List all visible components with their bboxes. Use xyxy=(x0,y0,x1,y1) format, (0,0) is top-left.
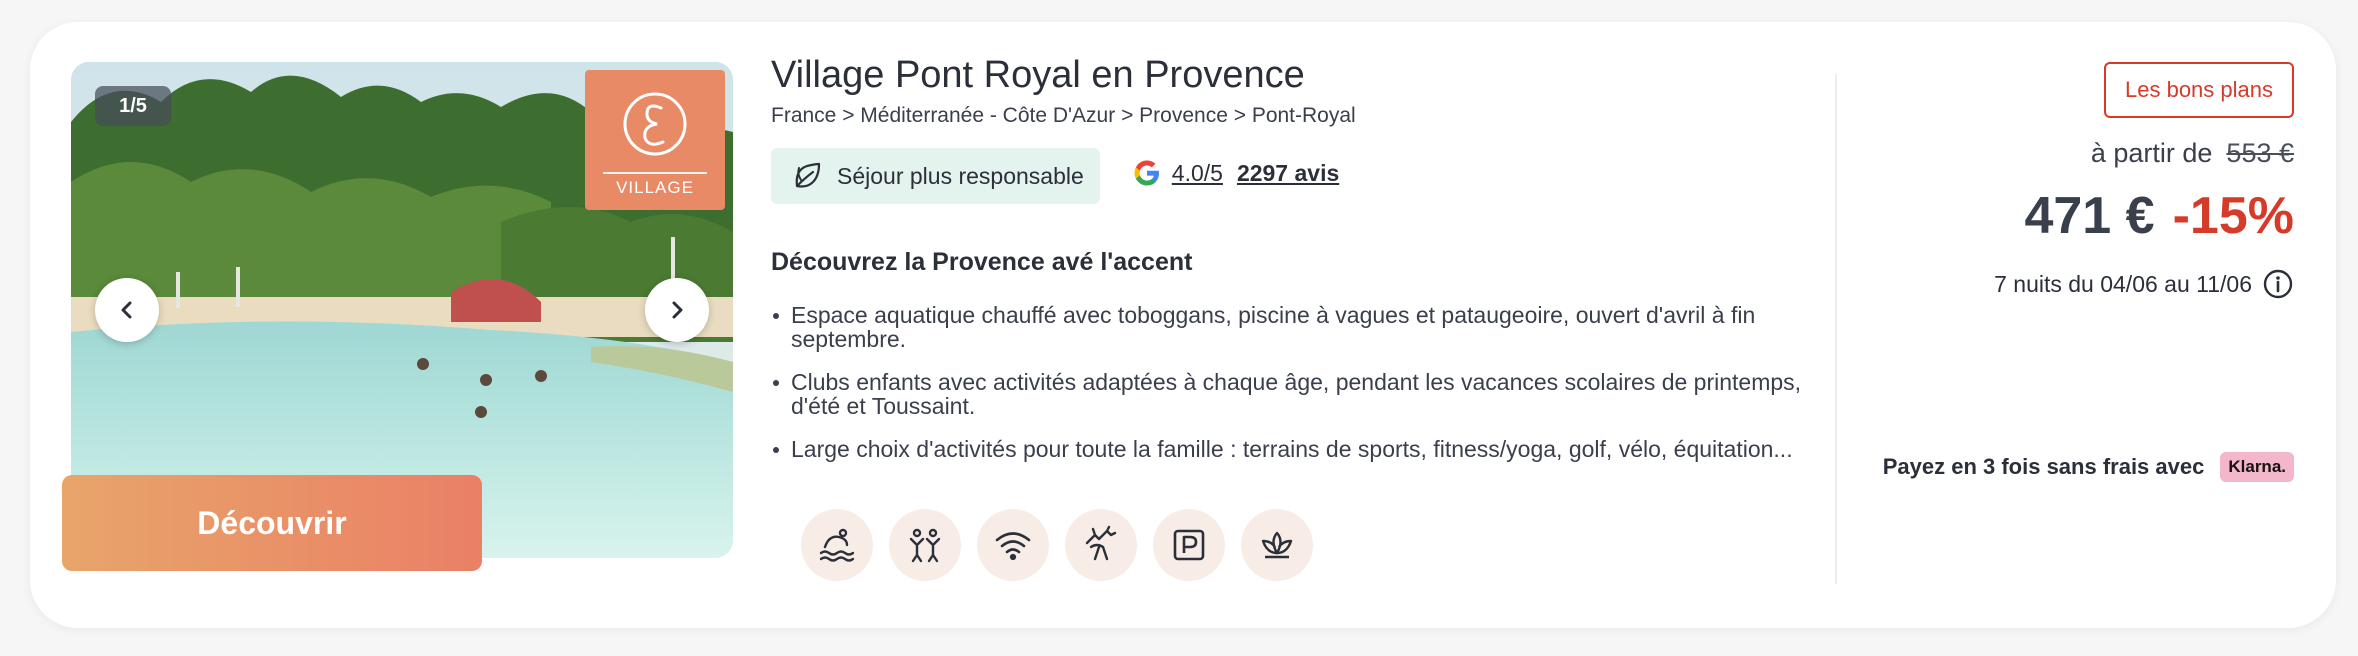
current-price-row: 471 € -15% xyxy=(2024,186,2294,246)
village-logo-icon xyxy=(623,92,687,156)
deal-badge[interactable]: Les bons plans xyxy=(2104,62,2294,118)
feature-item: Large choix d'activités pour toute la fa… xyxy=(771,437,1811,461)
features-list: Espace aquatique chauffé avec toboggans,… xyxy=(771,303,1831,461)
discount-badge: -15% xyxy=(2172,187,2294,245)
leaf-icon xyxy=(795,162,821,188)
kids-club-icon xyxy=(889,509,961,581)
google-rating[interactable]: 4.0/5 2297 avis xyxy=(1132,158,1339,188)
amenities-row xyxy=(801,509,1329,581)
offer-card[interactable]: 1/5 VILLAGE Village Pont Royal en Proven… xyxy=(30,22,2336,628)
eco-badge-label: Séjour plus responsable xyxy=(837,162,1084,189)
offer-title[interactable]: Village Pont Royal en Provence xyxy=(771,52,1831,98)
water-park-icon xyxy=(801,509,873,581)
rating-score[interactable]: 4.0/5 xyxy=(1172,160,1223,187)
klarna-logo: Klarna. xyxy=(2220,452,2294,482)
installments-label: Payez en 3 fois sans frais avec xyxy=(1882,454,2205,479)
next-photo-button[interactable] xyxy=(645,278,709,342)
offer-details: Village Pont Royal en Provence France > … xyxy=(771,52,1831,480)
image-counter: 1/5 xyxy=(95,86,171,126)
badges-row: Séjour plus responsable 4.0/5 2297 avis xyxy=(771,148,1831,204)
installments-row: Payez en 3 fois sans frais avec Klarna. xyxy=(1883,452,2294,482)
village-brand-logo: VILLAGE xyxy=(585,70,725,210)
stay-dates: 7 nuits du 04/06 au 11/06 xyxy=(1994,268,2294,300)
current-price: 471 € xyxy=(2024,187,2155,245)
spa-icon xyxy=(1241,509,1313,581)
google-icon xyxy=(1134,160,1159,186)
wifi-icon xyxy=(977,509,1049,581)
previous-photo-button[interactable] xyxy=(95,278,159,342)
old-price: 553 € xyxy=(2226,138,2294,168)
from-label: à partir de xyxy=(2090,138,2213,168)
chevron-left-icon xyxy=(121,301,132,319)
chevron-right-icon xyxy=(672,301,683,319)
logo-divider xyxy=(603,172,707,174)
brand-label: VILLAGE xyxy=(616,178,694,197)
feature-item: Clubs enfants avec activités adaptées à … xyxy=(771,370,1811,418)
stay-dates-label: 7 nuits du 04/06 au 11/06 xyxy=(1994,270,2252,297)
horse-riding-icon xyxy=(1065,509,1137,581)
offer-tagline: Découvrez la Provence avé l'accent xyxy=(771,248,1193,276)
column-divider xyxy=(1835,74,1837,584)
parking-icon xyxy=(1153,509,1225,581)
feature-item: Espace aquatique chauffé avec toboggans,… xyxy=(771,303,1811,351)
reviews-count[interactable]: 2297 avis xyxy=(1237,160,1339,187)
info-icon[interactable] xyxy=(2262,268,2294,300)
discover-button[interactable]: Découvrir xyxy=(62,475,482,571)
location-breadcrumb: France > Méditerranée - Côte D'Azur > Pr… xyxy=(771,104,1356,127)
eco-badge: Séjour plus responsable xyxy=(771,148,1100,204)
from-price-row: à partir de 553 € xyxy=(2091,138,2294,169)
